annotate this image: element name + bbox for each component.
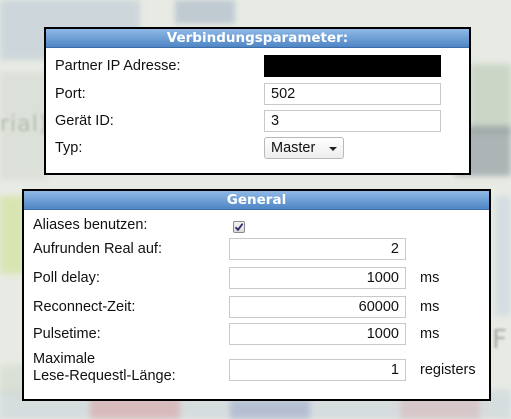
general-panel: General Aliases benutzen: Aufrunden Real… xyxy=(22,189,491,401)
pulsetime-input[interactable]: 1000 xyxy=(229,323,406,345)
poll-delay-input[interactable]: 1000 xyxy=(229,267,406,289)
max-request-input[interactable]: 1 xyxy=(229,359,406,381)
bg-shape xyxy=(90,398,180,419)
bg-text-left: rial) xyxy=(0,112,49,137)
bg-shape xyxy=(495,196,511,316)
partner-ip-input[interactable] xyxy=(264,55,441,77)
poll-delay-unit: ms xyxy=(420,270,440,286)
type-select[interactable]: Master xyxy=(264,137,344,159)
aliases-label: Aliases benutzen: xyxy=(33,217,148,233)
checkmark-icon xyxy=(234,223,244,232)
port-input[interactable]: 502 xyxy=(264,83,441,105)
pulsetime-unit: ms xyxy=(420,326,440,342)
bg-shape xyxy=(470,64,511,134)
general-panel-title: General xyxy=(24,191,489,210)
round-real-label: Aufrunden Real auf: xyxy=(33,241,162,257)
max-request-label: Maximale Lese-Requestl-Länge: xyxy=(33,351,176,385)
bg-text-right: F xyxy=(492,325,507,355)
max-request-unit: registers xyxy=(420,362,476,378)
max-request-label-line2: Lese-Requestl-Länge: xyxy=(33,368,176,384)
type-label: Typ: xyxy=(55,140,83,156)
device-id-label: Gerät ID: xyxy=(55,113,114,129)
poll-delay-label: Poll delay: xyxy=(33,270,100,286)
max-request-label-line1: Maximale xyxy=(33,351,96,367)
reconnect-label: Reconnect-Zeit: xyxy=(33,299,136,315)
aliases-checkbox[interactable] xyxy=(233,221,245,233)
pulsetime-label: Pulsetime: xyxy=(33,326,101,342)
partner-ip-label: Partner IP Adresse: xyxy=(55,58,181,74)
connection-panel: Verbindungsparameter: Partner IP Adresse… xyxy=(44,27,471,175)
chevron-down-icon xyxy=(329,147,337,151)
reconnect-unit: ms xyxy=(420,299,440,315)
type-select-value: Master xyxy=(271,140,316,156)
device-id-input[interactable]: 3 xyxy=(264,110,441,132)
round-real-input[interactable]: 2 xyxy=(229,238,406,260)
bg-shape xyxy=(175,0,235,24)
port-label: Port: xyxy=(55,86,86,102)
bg-shape xyxy=(230,400,310,419)
reconnect-input[interactable]: 60000 xyxy=(229,296,406,318)
connection-panel-title: Verbindungsparameter: xyxy=(46,29,469,48)
